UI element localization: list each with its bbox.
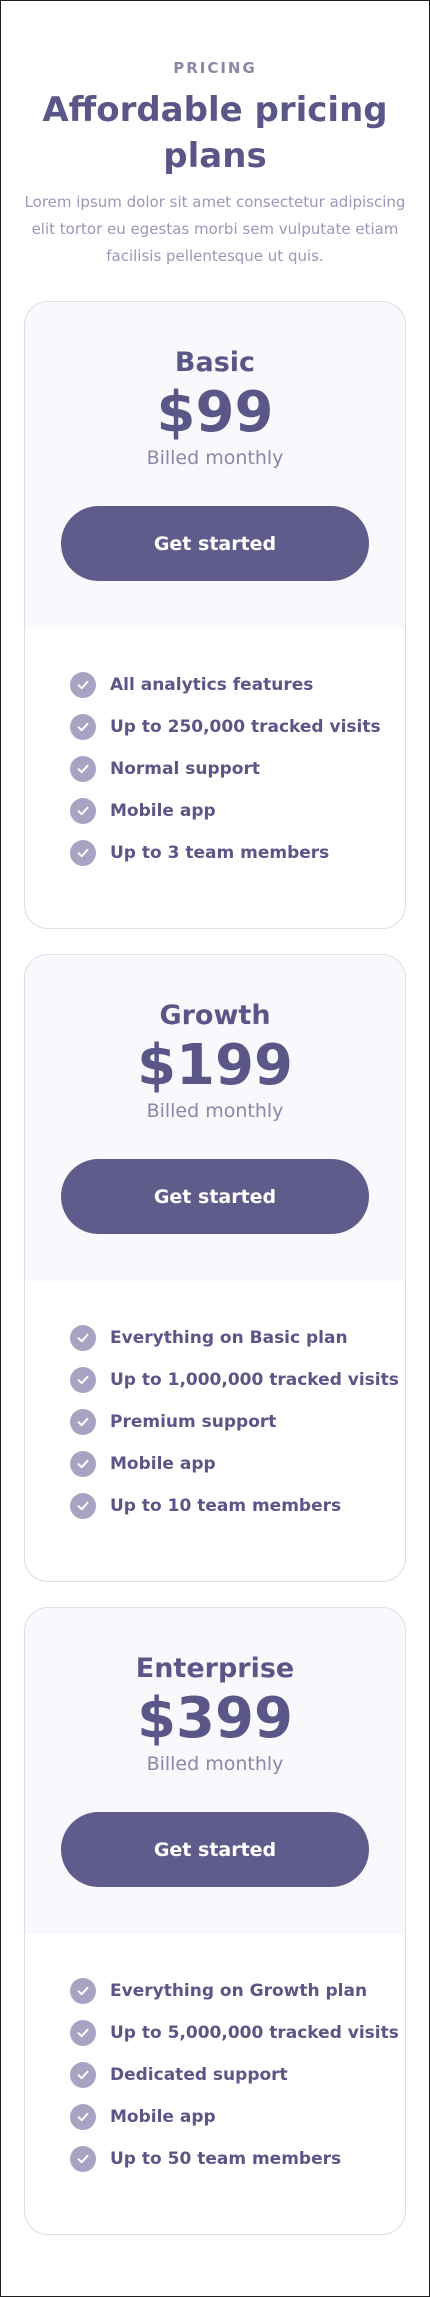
feature-item: Mobile app xyxy=(70,2096,405,2138)
plan-price: $199 xyxy=(137,1033,293,1098)
plan-card-growth: Growth $199 Billed monthly Get started E… xyxy=(24,954,406,1582)
page-title: Affordable pricing plans xyxy=(42,90,388,176)
check-icon xyxy=(70,1493,96,1519)
feature-text: Mobile app xyxy=(110,801,216,821)
feature-text: Everything on Basic plan xyxy=(110,1328,348,1348)
feature-text: Up to 250,000 tracked visits xyxy=(110,717,381,737)
feature-text: Up to 50 team members xyxy=(110,2149,342,2169)
section-eyebrow: PRICING xyxy=(173,59,257,77)
page-subtitle: Lorem ipsum dolor sit amet consectetur a… xyxy=(24,193,406,265)
check-icon xyxy=(70,714,96,740)
plan-card-enterprise: Enterprise $399 Billed monthly Get start… xyxy=(24,1607,406,2235)
feature-item: Normal support xyxy=(70,748,405,790)
check-icon xyxy=(70,1978,96,2004)
get-started-button[interactable]: Get started xyxy=(61,506,369,581)
plan-name: Basic xyxy=(174,347,256,378)
plan-billing: Billed monthly xyxy=(146,1100,284,1122)
plan-price: $99 xyxy=(156,380,274,445)
feature-text: Up to 1,000,000 tracked visits xyxy=(110,1370,399,1390)
feature-text: Mobile app xyxy=(110,1454,216,1474)
feature-item: Dedicated support xyxy=(70,2054,405,2096)
feature-item: Premium support xyxy=(70,1401,405,1443)
plan-card-header: Growth $199 Billed monthly Get started xyxy=(25,955,405,1281)
feature-text: All analytics features xyxy=(110,675,314,695)
plan-card-header: Basic $99 Billed monthly Get started xyxy=(25,302,405,628)
feature-list: Everything on Growth plan Up to 5,000,00… xyxy=(25,1934,405,2180)
feature-text: Premium support xyxy=(110,1412,277,1432)
check-icon xyxy=(70,1367,96,1393)
feature-item: Everything on Growth plan xyxy=(70,1970,405,2012)
feature-text: Up to 5,000,000 tracked visits xyxy=(110,2023,399,2043)
pricing-header: PRICING Affordable pricing plans Lorem i… xyxy=(1,1,429,270)
feature-text: Mobile app xyxy=(110,2107,216,2127)
feature-text: Everything on Growth plan xyxy=(110,1981,368,2001)
plan-price: $399 xyxy=(137,1686,293,1751)
pricing-section: PRICING Affordable pricing plans Lorem i… xyxy=(0,0,430,2297)
check-icon xyxy=(70,672,96,698)
check-icon xyxy=(70,1451,96,1477)
check-icon xyxy=(70,1325,96,1351)
plan-card-header: Enterprise $399 Billed monthly Get start… xyxy=(25,1608,405,1934)
feature-list: Everything on Basic plan Up to 1,000,000… xyxy=(25,1281,405,1527)
check-icon xyxy=(70,1409,96,1435)
feature-item: Up to 50 team members xyxy=(70,2138,405,2180)
feature-text: Up to 3 team members xyxy=(110,843,330,863)
get-started-button[interactable]: Get started xyxy=(61,1159,369,1234)
check-icon xyxy=(70,2146,96,2172)
plan-name: Enterprise xyxy=(135,1653,295,1684)
feature-item: Up to 250,000 tracked visits xyxy=(70,706,405,748)
check-icon xyxy=(70,756,96,782)
get-started-button[interactable]: Get started xyxy=(61,1812,369,1887)
check-icon xyxy=(70,2020,96,2046)
feature-item: Mobile app xyxy=(70,1443,405,1485)
feature-item: Up to 3 team members xyxy=(70,832,405,874)
feature-text: Normal support xyxy=(110,759,260,779)
check-icon xyxy=(70,2104,96,2130)
plan-billing: Billed monthly xyxy=(146,447,284,469)
feature-text: Up to 10 team members xyxy=(110,1496,342,1516)
feature-item: Up to 1,000,000 tracked visits xyxy=(70,1359,405,1401)
feature-text: Dedicated support xyxy=(110,2065,288,2085)
feature-item: Up to 5,000,000 tracked visits xyxy=(70,2012,405,2054)
feature-item: Up to 10 team members xyxy=(70,1485,405,1527)
feature-item: Everything on Basic plan xyxy=(70,1317,405,1359)
feature-item: Mobile app xyxy=(70,790,405,832)
check-icon xyxy=(70,840,96,866)
feature-list: All analytics features Up to 250,000 tra… xyxy=(25,628,405,874)
plan-billing: Billed monthly xyxy=(146,1753,284,1775)
feature-item: All analytics features xyxy=(70,664,405,706)
check-icon xyxy=(70,798,96,824)
plan-card-basic: Basic $99 Billed monthly Get started All… xyxy=(24,301,406,929)
plan-name: Growth xyxy=(159,1000,271,1031)
check-icon xyxy=(70,2062,96,2088)
